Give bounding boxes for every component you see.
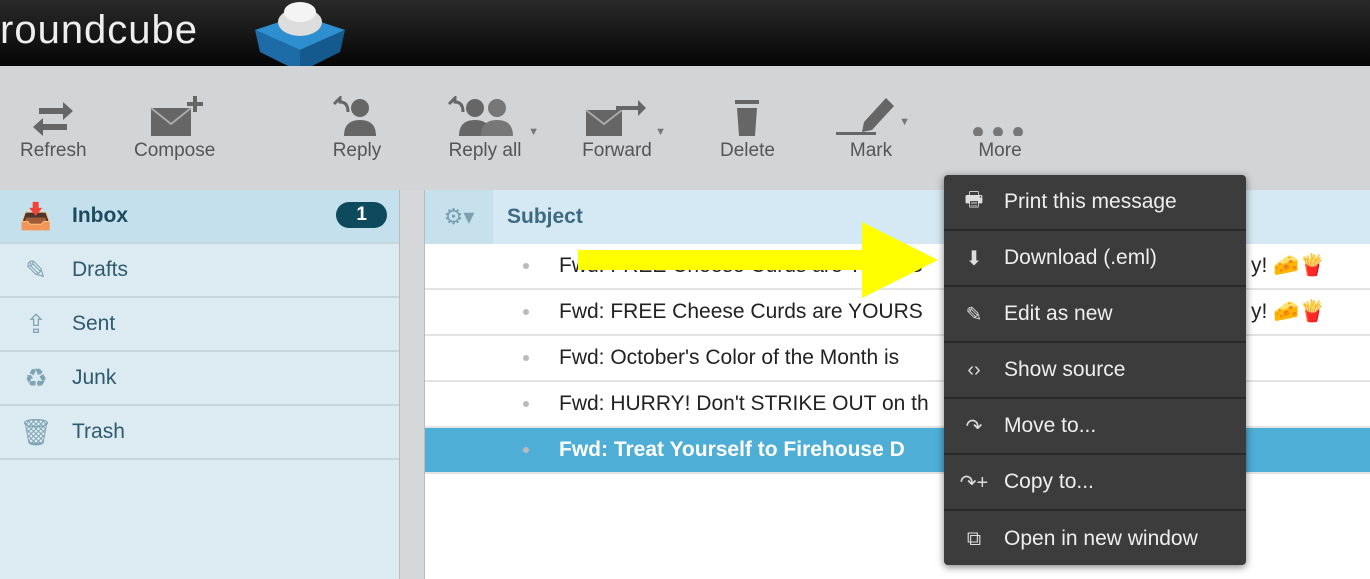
unread-count-badge: 1 — [336, 202, 387, 228]
toolbar: Refresh Compose Reply Reply all ▼ Forward… — [0, 66, 1370, 190]
chevron-down-icon[interactable]: ▼ — [899, 116, 910, 128]
folder-junk[interactable]: ♻ Junk — [0, 352, 399, 406]
folder-inbox[interactable]: 📥 Inbox 1 — [0, 190, 399, 244]
inbox-icon: 📥 — [19, 200, 53, 231]
status-dot-icon — [523, 447, 529, 453]
compose-icon — [150, 96, 203, 136]
mark-button[interactable]: Mark ▼ — [836, 96, 910, 162]
reply-all-button[interactable]: Reply all ▼ — [445, 96, 539, 162]
menu-item-copy-to[interactable]: ↷+ Copy to... — [944, 455, 1246, 511]
logo: roundcube — [0, 8, 199, 52]
menu-item-show-source[interactable]: ‹› Show source — [944, 343, 1246, 399]
status-dot-icon — [523, 309, 529, 315]
forward-icon — [585, 100, 646, 136]
subject-column-header[interactable]: Subject — [493, 205, 583, 229]
list-options-gear-icon[interactable]: ⚙▾ — [425, 190, 493, 244]
chevron-down-icon[interactable]: ▼ — [528, 126, 539, 138]
folder-sent[interactable]: ⇪ Sent — [0, 298, 399, 352]
reply-all-icon — [447, 96, 513, 136]
delete-button[interactable]: Delete — [720, 96, 775, 162]
annotation-arrow-icon — [578, 222, 938, 298]
chevron-down-icon[interactable]: ▼ — [655, 126, 666, 138]
more-button[interactable]: More — [970, 96, 1030, 162]
mark-icon — [836, 98, 894, 135]
menu-item-move-to[interactable]: ↷ Move to... — [944, 399, 1246, 455]
compose-button[interactable]: Compose — [134, 96, 215, 162]
printer-icon: 🖶 — [964, 189, 984, 211]
menu-item-open-new-window[interactable]: ⧉ Open in new window — [944, 511, 1246, 567]
pencil-icon: ✎ — [25, 254, 47, 285]
junk-icon: ♻ — [24, 362, 48, 393]
pencil-icon: ✎ — [965, 303, 983, 326]
menu-item-download[interactable]: ⬇ Download (.eml) — [944, 231, 1246, 287]
status-dot-icon — [523, 263, 529, 269]
reply-icon — [332, 96, 376, 136]
status-dot-icon — [523, 401, 529, 407]
refresh-icon — [33, 102, 74, 136]
sent-icon: ⇪ — [25, 308, 47, 339]
new-window-icon: ⧉ — [966, 527, 982, 550]
refresh-button[interactable]: Refresh — [20, 96, 87, 162]
move-icon: ↷ — [965, 415, 983, 438]
menu-item-edit-as-new[interactable]: ✎ Edit as new — [944, 287, 1246, 343]
more-icon — [973, 127, 1023, 136]
status-dot-icon — [523, 355, 529, 361]
copy-icon: ↷+ — [959, 471, 989, 494]
menu-item-print[interactable]: 🖶 Print this message — [944, 175, 1246, 231]
code-icon: ‹› — [967, 358, 981, 381]
logo-cube-icon — [255, 2, 345, 72]
download-icon: ⬇ — [965, 247, 983, 270]
trash-icon: 🗑 — [19, 416, 53, 447]
folder-trash[interactable]: 🗑 Trash — [0, 406, 399, 460]
reply-button[interactable]: Reply — [330, 96, 384, 162]
trash-icon — [735, 100, 760, 136]
folder-list: 📥 Inbox 1 ✎ Drafts ⇪ Sent ♻ Junk 🗑 Trash — [0, 190, 400, 579]
more-menu: 🖶 Print this message ⬇ Download (.eml) ✎ Ed… — [944, 175, 1246, 565]
header: roundcube — [0, 0, 1370, 72]
forward-button[interactable]: Forward ▼ — [582, 96, 666, 162]
folder-drafts[interactable]: ✎ Drafts — [0, 244, 399, 298]
